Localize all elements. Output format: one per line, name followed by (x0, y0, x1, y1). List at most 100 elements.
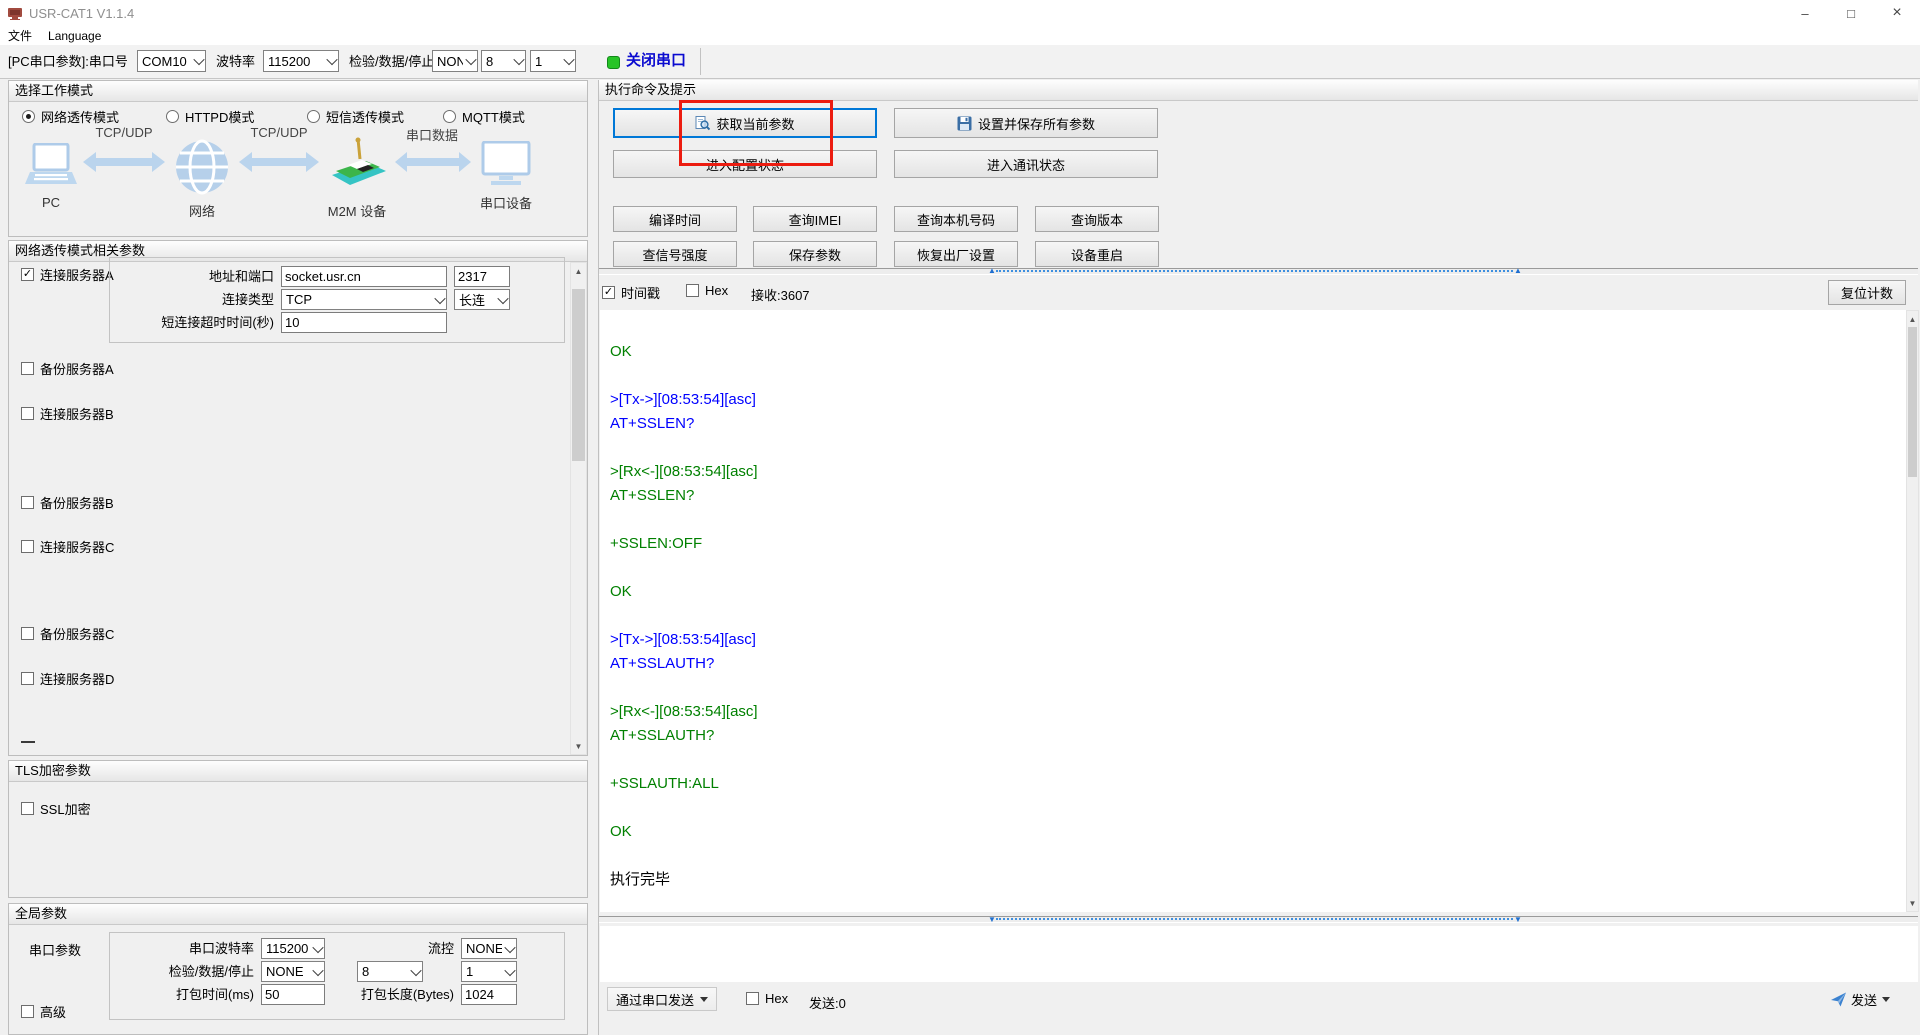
uart-stopbits-value: 1 (466, 964, 474, 979)
slider-right-handle-icon[interactable]: ▼ (1514, 915, 1522, 925)
scroll-up-icon[interactable]: ▲ (571, 263, 586, 279)
databits-value: 8 (486, 53, 494, 69)
menu-file[interactable]: 文件 (0, 27, 40, 44)
pack-len-input[interactable] (461, 984, 517, 1005)
slider-right-handle-icon[interactable]: ▲ (1514, 266, 1522, 276)
title-bar: USR-CAT1 V1.1.4 – □ × (0, 0, 1920, 26)
slider-left-handle-icon[interactable]: ▼ (988, 915, 996, 925)
red-highlight-rectangle (679, 100, 833, 166)
set-save-all-params-button[interactable]: 设置并保存所有参数 (894, 108, 1158, 138)
scroll-down-icon[interactable]: ▼ (1907, 895, 1918, 911)
com-port-select[interactable]: COM10 (137, 50, 206, 72)
query-imei-button[interactable]: 查询IMEI (753, 206, 877, 232)
uart-stopbits-select[interactable]: 1 (461, 961, 517, 982)
keep-mode-value: 长连 (459, 293, 486, 308)
top-splitter-slider[interactable]: ▲ ▲ (599, 266, 1918, 276)
close-button[interactable]: × (1874, 0, 1920, 26)
maximize-button[interactable]: □ (1828, 0, 1874, 26)
ssl-encrypt-checkbox[interactable]: SSL加密 (21, 799, 91, 818)
connect-server-b-checkbox[interactable]: 连接服务器B (21, 404, 114, 423)
scroll-up-icon[interactable]: ▲ (1907, 311, 1918, 327)
checkbox-label: 连接服务器C (40, 540, 115, 555)
connect-server-a-checkbox[interactable]: 连接服务器A (21, 265, 114, 284)
diagram-node-network: 网络 (169, 139, 235, 220)
backup-server-c-checkbox[interactable]: 备份服务器C (21, 624, 114, 643)
scroll-down-icon[interactable]: ▼ (571, 738, 586, 754)
uart-baud-value: 115200 (266, 941, 309, 956)
short-conn-timeout-input[interactable] (281, 312, 447, 333)
net-params-scrollbar[interactable]: ▲ ▼ (570, 262, 587, 755)
slider-track[interactable] (996, 918, 1513, 920)
button-label: 查询IMEI (788, 212, 842, 228)
backup-server-b-checkbox[interactable]: 备份服务器B (21, 493, 114, 512)
backup-server-a-checkbox[interactable]: 备份服务器A (21, 359, 114, 378)
radio-sms-passthrough[interactable]: 短信透传模式 (307, 107, 404, 126)
log-toolbar: 时间戳 Hex 接收:3607 复位计数 (599, 280, 1918, 308)
keep-mode-select[interactable]: 长连 (454, 289, 510, 310)
enter-comm-state-button[interactable]: 进入通讯状态 (894, 150, 1158, 178)
pack-time-label: 打包时间(ms) (176, 987, 254, 1002)
parity-select[interactable]: NONI (432, 50, 478, 72)
log-line: +SSLAUTH:ALL (610, 775, 719, 792)
log-scrollbar[interactable]: ▲ ▼ (1906, 310, 1919, 912)
log-line: 执行完毕 (610, 871, 671, 888)
save-params-button[interactable]: 保存参数 (753, 241, 877, 267)
pack-len-label: 打包长度(Bytes) (360, 987, 454, 1002)
scrollbar-thumb[interactable] (572, 289, 585, 461)
send-hex-checkbox[interactable]: Hex (746, 991, 788, 1006)
server-a-address-input[interactable] (281, 266, 447, 287)
global-params-title: 全局参数 (9, 904, 587, 925)
radio-net-passthrough[interactable]: 网络透传模式 (22, 107, 119, 126)
scrollbar-thumb[interactable] (1908, 327, 1917, 477)
checkbox-label: 连接服务器D (40, 672, 115, 687)
close-port-button[interactable]: 关闭串口 (626, 50, 686, 72)
parity-label: 检验/数据/停止 (349, 54, 435, 69)
checkbox-label: 备份服务器B (40, 496, 114, 511)
recv-count-label: 接收:3607 (751, 288, 810, 303)
radio-mqtt[interactable]: MQTT模式 (443, 107, 525, 126)
pack-time-input[interactable] (261, 984, 325, 1005)
uart-baud-select[interactable]: 115200 (261, 938, 325, 959)
server-a-port-input[interactable] (454, 266, 510, 287)
conn-type-select[interactable]: TCP (281, 289, 447, 310)
send-input-area[interactable] (600, 926, 1918, 982)
query-version-button[interactable]: 查询版本 (1035, 206, 1159, 232)
log-hex-checkbox[interactable]: Hex (686, 283, 728, 298)
reset-counter-button[interactable]: 复位计数 (1828, 280, 1906, 305)
minimize-button[interactable]: – (1782, 0, 1828, 26)
link3-label: 串口数据 (405, 128, 458, 143)
compile-time-button[interactable]: 编译时间 (613, 206, 737, 232)
button-label: 设置并保存所有参数 (977, 116, 1095, 132)
send-via-serial-dropdown[interactable]: 通过串口发送 (607, 987, 718, 1011)
slider-track[interactable] (996, 270, 1513, 272)
radio-icon (22, 110, 35, 123)
log-output[interactable]: OK >[Tx->][08:53:54][asc] AT+SSLEN? >[Rx<… (600, 310, 1906, 912)
flow-select[interactable]: NONE (461, 938, 517, 959)
node-label: 串口设备 (479, 196, 532, 211)
log-line: AT+SSLEN? (610, 415, 695, 432)
uart-parity-select[interactable]: NONE (261, 961, 325, 982)
bottom-splitter-slider[interactable]: ▼ ▼ (599, 915, 1918, 925)
radio-httpd[interactable]: HTTPD模式 (166, 107, 254, 126)
baud-select[interactable]: 115200 (263, 50, 339, 72)
globe-icon (176, 139, 228, 195)
factory-reset-button[interactable]: 恢复出厂设置 (894, 241, 1018, 267)
query-phone-number-button[interactable]: 查询本机号码 (894, 206, 1018, 232)
uart-databits-select[interactable]: 8 (357, 961, 423, 982)
slider-left-handle-icon[interactable]: ▲ (988, 266, 996, 276)
window-title: USR-CAT1 V1.1.4 (29, 5, 135, 21)
query-signal-button[interactable]: 查信号强度 (613, 241, 737, 267)
stopbits-select[interactable]: 1 (530, 50, 576, 72)
timestamp-checkbox[interactable]: 时间戳 (602, 283, 660, 302)
device-restart-button[interactable]: 设备重启 (1035, 241, 1159, 267)
connect-server-c-checkbox[interactable]: 连接服务器C (21, 537, 114, 556)
databits-select[interactable]: 8 (481, 50, 526, 72)
button-label: 保存参数 (788, 247, 841, 263)
button-label: 恢复出厂设置 (916, 247, 995, 263)
menu-language[interactable]: Language (40, 29, 109, 43)
send-button[interactable]: 发送 (1831, 987, 1891, 1011)
advanced-checkbox[interactable]: 高级 (21, 1002, 66, 1021)
connect-server-d-checkbox[interactable]: 连接服务器D (21, 669, 114, 688)
